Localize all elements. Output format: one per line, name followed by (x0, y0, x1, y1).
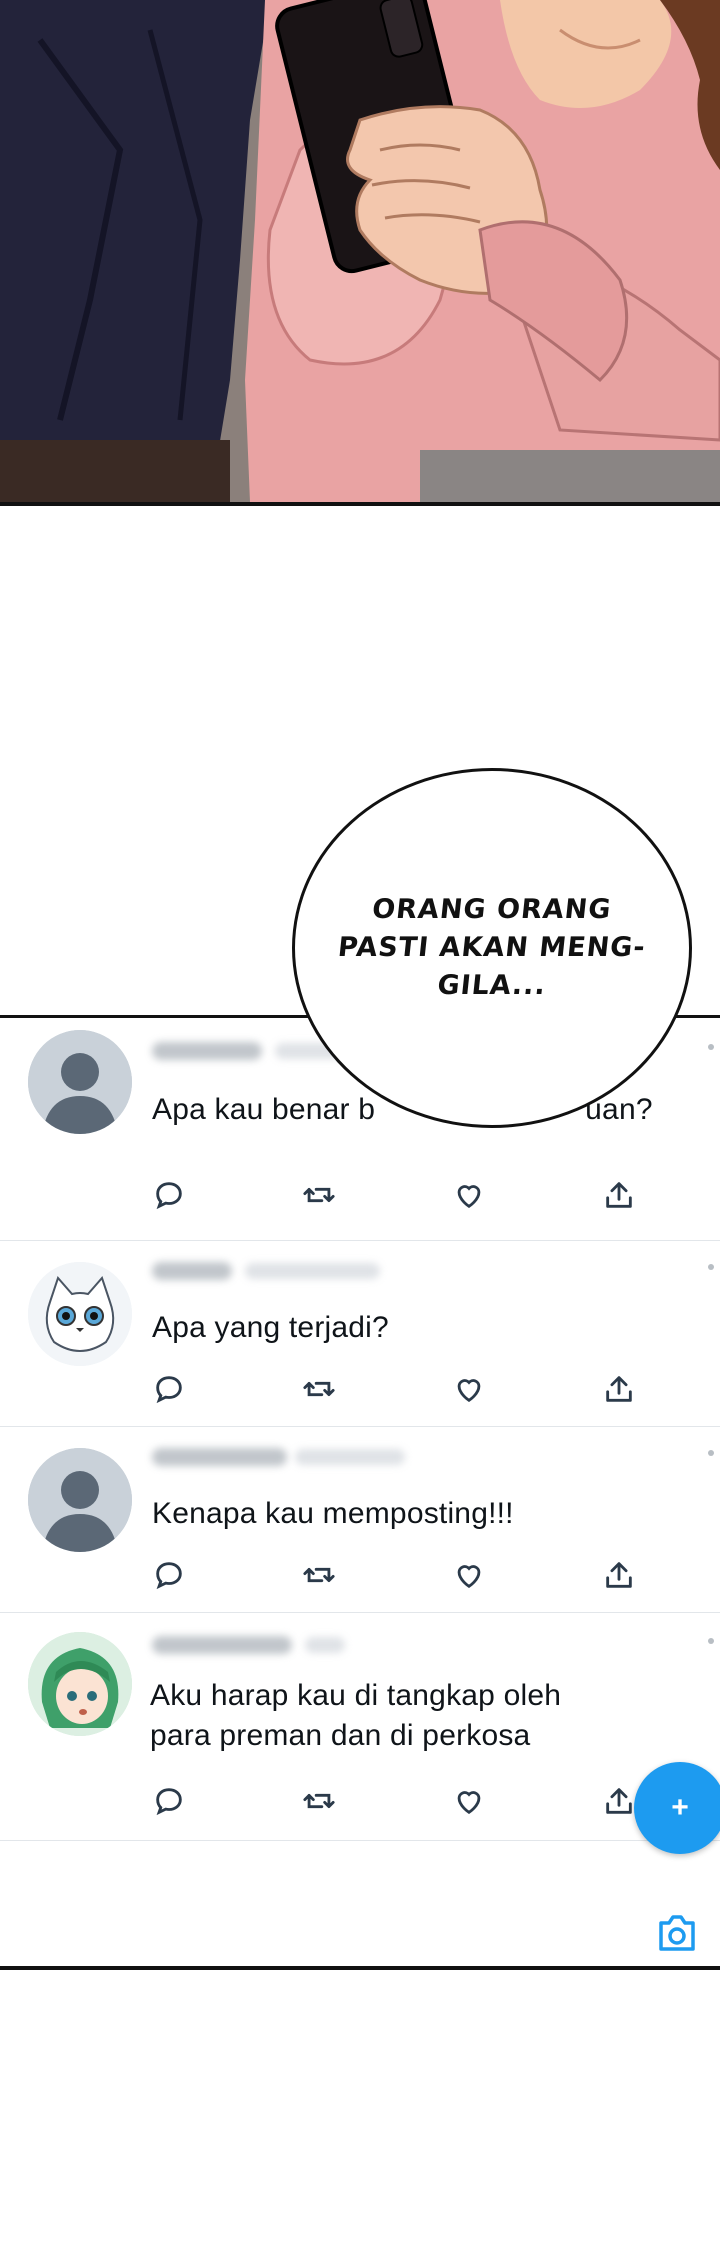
blurred-username (152, 1448, 287, 1466)
tweet[interactable]: Apa yang terjadi? (0, 1240, 720, 1427)
reply-icon[interactable] (152, 1558, 186, 1592)
cat-avatar[interactable] (28, 1262, 132, 1366)
more-options-icon[interactable] (708, 1264, 714, 1270)
retweet-icon[interactable] (302, 1372, 336, 1406)
default-avatar[interactable] (28, 1030, 132, 1134)
like-icon[interactable] (452, 1178, 486, 1212)
social-feed: Apa kau benar b uan? Apa yang terjadi? K… (0, 1015, 720, 1970)
tweet-actions (152, 1558, 642, 1592)
retweet-icon[interactable] (302, 1178, 336, 1212)
blurred-handle (295, 1449, 405, 1465)
blurred-username (152, 1042, 262, 1060)
comic-panel-top (0, 0, 720, 506)
tweet[interactable]: Aku harap kau di tangkap oleh para prema… (0, 1612, 720, 1841)
retweet-icon[interactable] (302, 1784, 336, 1818)
retweet-icon[interactable] (302, 1558, 336, 1592)
blurred-handle (305, 1637, 345, 1653)
reply-icon[interactable] (152, 1372, 186, 1406)
share-icon[interactable] (602, 1558, 636, 1592)
like-icon[interactable] (452, 1558, 486, 1592)
share-icon[interactable] (602, 1178, 636, 1212)
more-options-icon[interactable] (708, 1450, 714, 1456)
blurred-username (152, 1262, 232, 1280)
more-options-icon[interactable] (708, 1044, 714, 1050)
share-icon[interactable] (602, 1372, 636, 1406)
tweet-actions (152, 1372, 642, 1406)
more-options-icon[interactable] (708, 1638, 714, 1644)
tweet[interactable]: Kenapa kau memposting!!! (0, 1426, 720, 1613)
speech-bubble: ORANG ORANG PASTI AKAN MENG- GILA... (292, 768, 692, 1128)
compose-fab-button[interactable]: + (634, 1762, 720, 1854)
tweet-actions (152, 1784, 642, 1818)
blurred-handle (245, 1263, 380, 1279)
share-icon[interactable] (602, 1784, 636, 1818)
blurred-username (152, 1636, 292, 1654)
speech-line: GILA... (436, 970, 548, 1001)
default-avatar[interactable] (28, 1448, 132, 1552)
speech-bubble-text: ORANG ORANG PASTI AKAN MENG- GILA... (336, 891, 648, 1005)
tweet-text-line: Aku harap kau di tangkap oleh (150, 1679, 562, 1712)
tweet-actions (152, 1178, 642, 1212)
reply-icon[interactable] (152, 1784, 186, 1818)
speech-line: PASTI AKAN MENG- (336, 932, 648, 963)
green-hair-avatar[interactable] (28, 1632, 132, 1736)
speech-line: ORANG ORANG (370, 894, 614, 925)
tweet-text: Kenapa kau memposting!!! (152, 1497, 514, 1530)
tweet-text-line: para preman dan di perkosa (150, 1719, 531, 1752)
reply-icon[interactable] (152, 1178, 186, 1212)
camera-icon[interactable] (655, 1913, 699, 1953)
like-icon[interactable] (452, 1372, 486, 1406)
tweet-text: Apa yang terjadi? (152, 1311, 389, 1344)
tweet-text: Aku harap kau di tangkap oleh para prema… (150, 1676, 680, 1756)
comic-illustration (0, 0, 720, 502)
like-icon[interactable] (452, 1784, 486, 1818)
